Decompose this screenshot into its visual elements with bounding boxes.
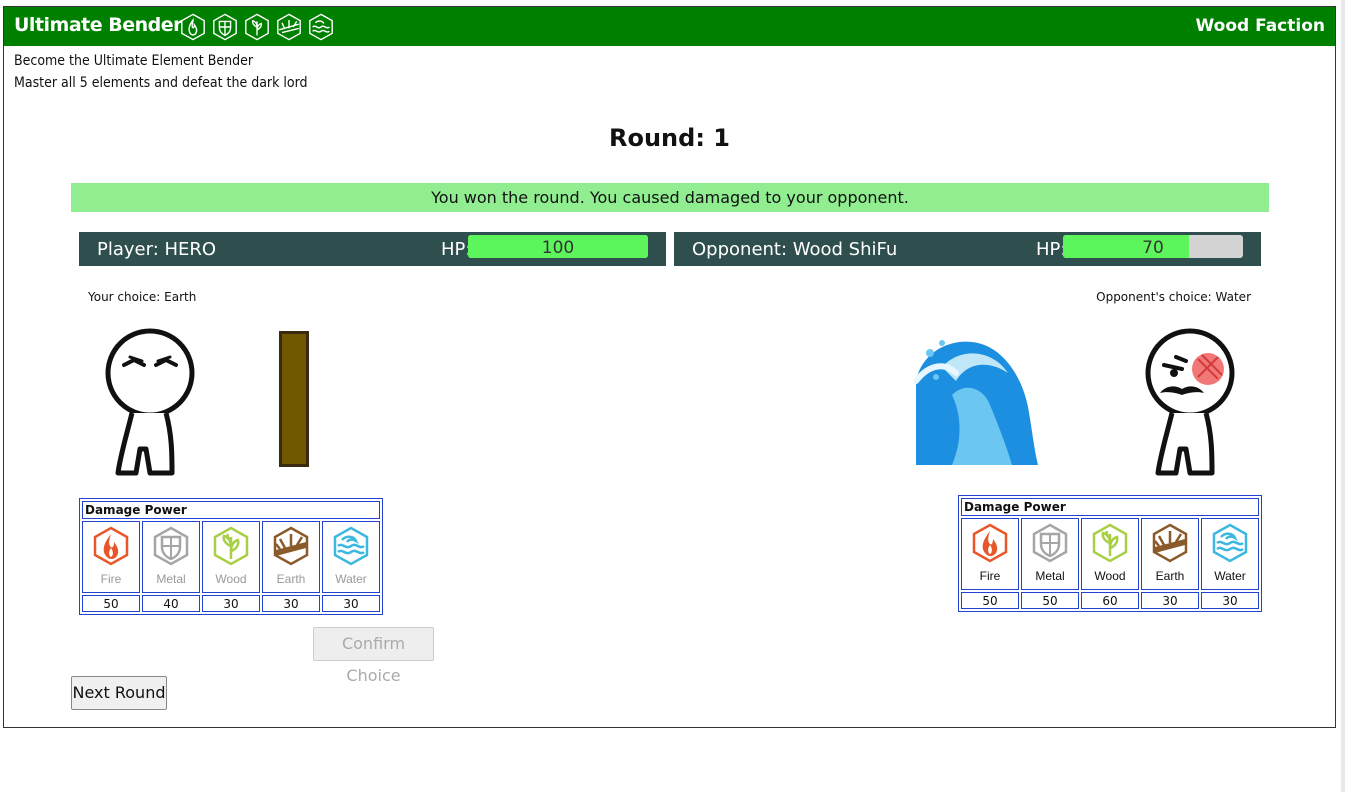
intro-text: Become the Ultimate Element Bender Maste… bbox=[14, 50, 308, 94]
player-status-bar: Player: HERO HP: 100 bbox=[79, 232, 666, 266]
player-hp-value: 100 bbox=[541, 238, 575, 258]
earth-pillar bbox=[279, 331, 309, 467]
player-metal-cell[interactable]: Metal bbox=[142, 521, 200, 593]
confirm-choice-button[interactable]: Confirm Choice bbox=[313, 627, 434, 685]
opponent-earth-label: Earth bbox=[1155, 569, 1185, 583]
player-choice-label: Your choice: Earth bbox=[88, 290, 197, 304]
player-character bbox=[105, 328, 195, 476]
player-damage-power-table: Damage Power Fire Metal Wood Earth Water… bbox=[79, 498, 383, 615]
header-bar: Ultimate Bender Wood Faction bbox=[4, 7, 1335, 46]
player-wood-power: 30 bbox=[202, 595, 260, 612]
player-metal-label: Metal bbox=[156, 572, 186, 586]
page-scrollbar[interactable] bbox=[1341, 0, 1345, 792]
opponent-fire-label: Fire bbox=[979, 569, 1001, 583]
player-earth-power: 30 bbox=[262, 595, 320, 612]
opponent-metal-power: 50 bbox=[1021, 592, 1079, 609]
opponent-fire-cell: Fire bbox=[961, 518, 1019, 590]
earth-icon bbox=[277, 13, 301, 41]
water-icon bbox=[333, 526, 369, 566]
player-fire-label: Fire bbox=[100, 572, 122, 586]
player-hp-bar: 100 bbox=[468, 235, 648, 258]
next-round-button[interactable]: Next Round bbox=[71, 676, 167, 710]
player-water-cell[interactable]: Water bbox=[322, 521, 380, 593]
player-metal-power: 40 bbox=[142, 595, 200, 612]
opponent-water-label: Water bbox=[1214, 569, 1246, 583]
metal-icon bbox=[153, 526, 189, 566]
opponent-damage-power-table: Damage Power Fire Metal Wood Earth Water… bbox=[958, 495, 1262, 612]
opponent-water-power: 30 bbox=[1201, 592, 1259, 609]
opponent-hp-value: 70 bbox=[1142, 238, 1164, 258]
opponent-wood-label: Wood bbox=[1094, 569, 1126, 583]
player-fire-power: 50 bbox=[82, 595, 140, 612]
earth-icon bbox=[273, 526, 309, 566]
intro-line-2: Master all 5 elements and defeat the dar… bbox=[14, 75, 308, 91]
opponent-metal-cell: Metal bbox=[1021, 518, 1079, 590]
player-wood-cell[interactable]: Wood bbox=[202, 521, 260, 593]
faction-label: Wood Faction bbox=[1195, 16, 1326, 36]
earth-icon bbox=[1152, 523, 1188, 563]
player-water-label: Water bbox=[335, 572, 367, 586]
opponent-choice-label: Opponent's choice: Water bbox=[1096, 290, 1251, 304]
player-water-power: 30 bbox=[322, 595, 380, 612]
opponent-earth-power: 30 bbox=[1141, 592, 1199, 609]
water-icon bbox=[309, 13, 333, 41]
fire-icon bbox=[972, 523, 1008, 563]
opponent-status-bar: Opponent: Wood ShiFu HP: 70 bbox=[674, 232, 1261, 266]
player-name: Player: HERO bbox=[97, 239, 217, 260]
opponent-metal-label: Metal bbox=[1035, 569, 1065, 583]
round-result-message: You won the round. You caused damaged to… bbox=[71, 183, 1269, 212]
opponent-character bbox=[1145, 328, 1235, 476]
game-frame: Ultimate Bender Wood Faction Become the … bbox=[3, 6, 1336, 728]
opponent-wood-cell: Wood bbox=[1081, 518, 1139, 590]
opponent-name: Opponent: Wood ShiFu bbox=[692, 239, 898, 260]
opponent-wood-power: 60 bbox=[1081, 592, 1139, 609]
wood-icon bbox=[213, 526, 249, 566]
intro-line-1: Become the Ultimate Element Bender bbox=[14, 53, 253, 69]
player-hp-label: HP: bbox=[441, 239, 472, 260]
metal-icon bbox=[1032, 523, 1068, 563]
water-wave bbox=[913, 340, 1038, 465]
player-wood-label: Wood bbox=[215, 572, 247, 586]
opponent-hp-label: HP: bbox=[1036, 239, 1067, 260]
player-earth-cell[interactable]: Earth bbox=[262, 521, 320, 593]
wood-icon bbox=[245, 13, 269, 41]
player-fire-cell[interactable]: Fire bbox=[82, 521, 140, 593]
opponent-damage-power-title: Damage Power bbox=[961, 498, 1259, 516]
opponent-water-cell: Water bbox=[1201, 518, 1259, 590]
metal-icon bbox=[213, 13, 237, 41]
fire-icon bbox=[93, 526, 129, 566]
header-element-icons bbox=[179, 13, 335, 41]
opponent-earth-cell: Earth bbox=[1141, 518, 1199, 590]
opponent-hp-bar: 70 bbox=[1063, 235, 1243, 258]
player-earth-label: Earth bbox=[276, 572, 306, 586]
round-title: Round: 1 bbox=[609, 124, 730, 152]
fire-icon bbox=[181, 13, 205, 41]
player-damage-power-title: Damage Power bbox=[82, 501, 380, 519]
water-icon bbox=[1212, 523, 1248, 563]
wood-icon bbox=[1092, 523, 1128, 563]
opponent-fire-power: 50 bbox=[961, 592, 1019, 609]
app-title: Ultimate Bender bbox=[14, 14, 183, 36]
